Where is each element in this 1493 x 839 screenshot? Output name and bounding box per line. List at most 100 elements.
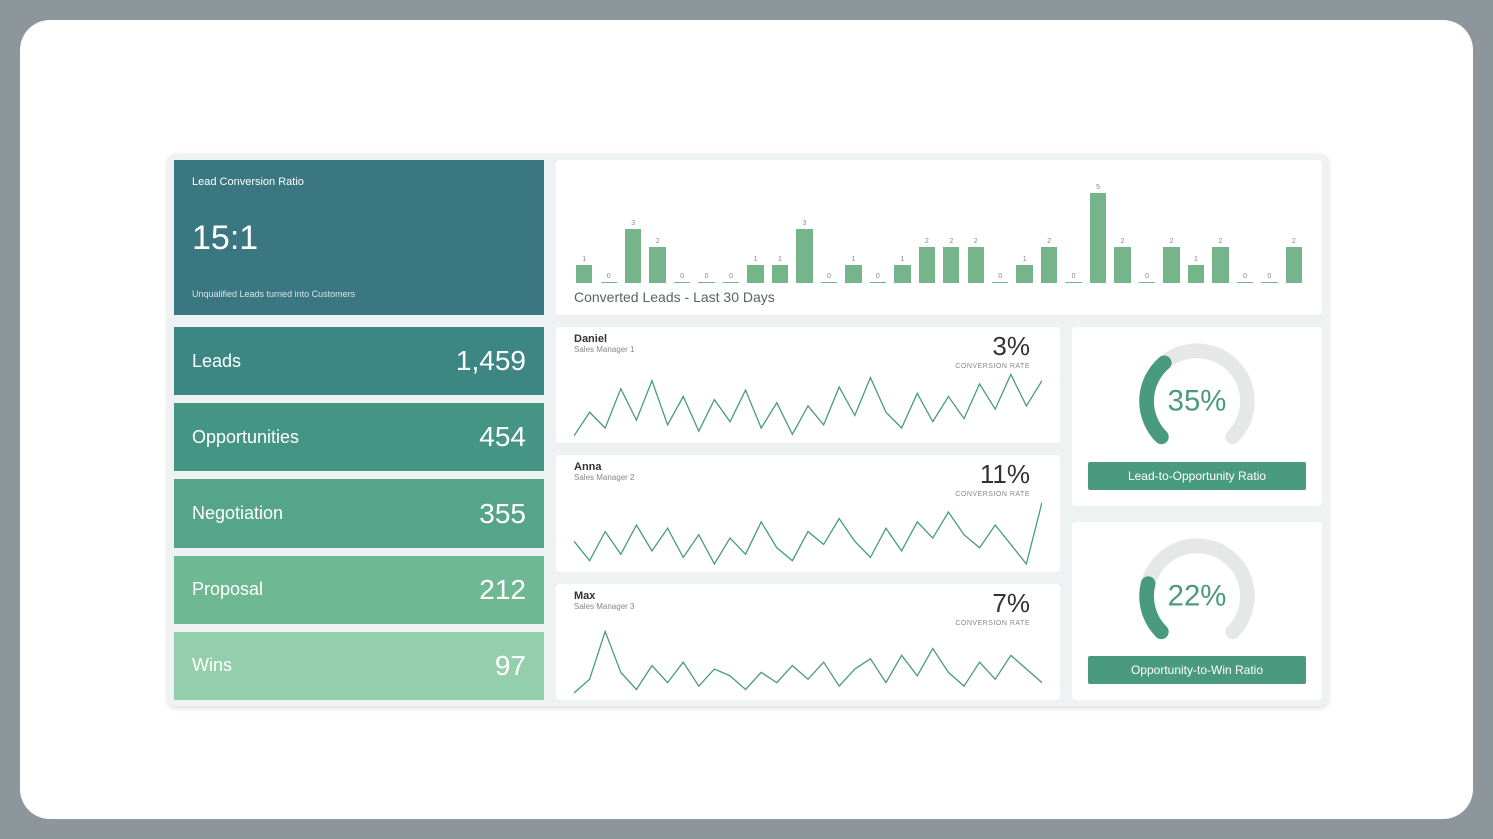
bar-rect [968, 247, 984, 283]
bar-rect [894, 265, 910, 283]
bar-rect [943, 247, 959, 283]
funnel-tile-proposal[interactable]: Proposal212 [174, 556, 544, 624]
manager-role: Sales Manager 3 [574, 602, 1042, 611]
tile-lead-conversion-ratio[interactable]: Lead Conversion Ratio 15:1 Unqualified L… [174, 160, 544, 315]
bar-rect [698, 282, 714, 283]
bar-rect [845, 265, 861, 283]
bar-column: 2 [1210, 238, 1230, 283]
bar-column: 0 [990, 273, 1010, 283]
funnel-tile-leads[interactable]: Leads1,459 [174, 327, 544, 395]
bar-column: 0 [1259, 273, 1279, 283]
bar-rect [674, 282, 690, 283]
bar-value-label: 1 [778, 256, 782, 263]
bar-value-label: 2 [1121, 238, 1125, 245]
funnel-label: Leads [192, 351, 241, 372]
bar-value-label: 3 [631, 220, 635, 227]
svg-text:22%: 22% [1168, 579, 1227, 612]
bar-column: 1 [1186, 256, 1206, 283]
bar-rect [1212, 247, 1228, 283]
bar-column: 2 [1039, 238, 1059, 283]
bar-column: 3 [794, 220, 814, 283]
gauge-chart: 22% [1122, 532, 1272, 647]
funnel-label: Negotiation [192, 503, 283, 524]
manager-name: Max [574, 590, 1042, 602]
bar-column: 0 [819, 273, 839, 283]
bar-rect [576, 265, 592, 283]
manager-name: Daniel [574, 333, 1042, 345]
bar-value-label: 1 [1194, 256, 1198, 263]
bar-value-label: 1 [754, 256, 758, 263]
managers-column: DanielSales Manager 13%CONVERSION RATEAn… [556, 327, 1060, 700]
bar-rect [1163, 247, 1179, 283]
funnel-label: Proposal [192, 579, 263, 600]
bar-column: 0 [696, 273, 716, 283]
manager-card-daniel[interactable]: DanielSales Manager 13%CONVERSION RATE [556, 327, 1060, 443]
manager-rate: 3% [992, 331, 1030, 362]
gauge-label: Opportunity-to-Win Ratio [1088, 656, 1306, 684]
funnel-tile-wins[interactable]: Wins 97 [174, 632, 544, 700]
bar-column: 5 [1088, 184, 1108, 283]
funnel-label: Wins [192, 655, 232, 676]
funnel-tile-negotiation[interactable]: Negotiation355 [174, 479, 544, 547]
bar-rect [919, 247, 935, 283]
bar-column: 3 [623, 220, 643, 283]
bar-column: 1 [745, 256, 765, 283]
bar-value-label: 2 [1218, 238, 1222, 245]
bar-value-label: 2 [949, 238, 953, 245]
tile-value: 15:1 [192, 219, 526, 258]
card-converted-leads-bar-chart[interactable]: 103200011301012220120520212002 Converted… [556, 160, 1322, 315]
funnel-value: 97 [495, 650, 526, 682]
bar-column: 2 [647, 238, 667, 283]
tile-subtitle: Unqualified Leads turned into Customers [192, 289, 526, 299]
tile-title: Lead Conversion Ratio [192, 176, 526, 188]
funnel-tile-opportunities[interactable]: Opportunities454 [174, 403, 544, 471]
bar-column: 2 [1161, 238, 1181, 283]
bar-rect [796, 229, 812, 283]
bar-column: 0 [721, 273, 741, 283]
bar-value-label: 2 [1170, 238, 1174, 245]
gauge-card-opportunity-to-win-ratio[interactable]: 22% Opportunity-to-Win Ratio [1072, 522, 1322, 701]
bar-column: 1 [843, 256, 863, 283]
manager-rate-label: CONVERSION RATE [955, 620, 1030, 627]
manager-rate: 7% [992, 588, 1030, 619]
bar-rect [1261, 282, 1277, 283]
bar-value-label: 1 [1023, 256, 1027, 263]
gauges-column: 35%Lead-to-Opportunity Ratio 22% Opportuni… [1072, 327, 1322, 700]
bar-value-label: 0 [705, 273, 709, 280]
bar-rect [1139, 282, 1155, 283]
bar-column: 0 [1137, 273, 1157, 283]
gauge-card-lead-to-opportunity-ratio[interactable]: 35%Lead-to-Opportunity Ratio [1072, 327, 1322, 506]
bar-value-label: 5 [1096, 184, 1100, 191]
svg-text:35%: 35% [1168, 384, 1227, 417]
bar-column: 2 [941, 238, 961, 283]
manager-rate: 11% [980, 459, 1030, 490]
manager-sparkline [574, 628, 1042, 696]
manager-rate-label: CONVERSION RATE [955, 491, 1030, 498]
bar-rect [1090, 193, 1106, 283]
bar-value-label: 2 [1047, 238, 1051, 245]
manager-role: Sales Manager 1 [574, 345, 1042, 354]
manager-name: Anna [574, 461, 1042, 473]
bar-value-label: 3 [803, 220, 807, 227]
manager-sparkline [574, 499, 1042, 567]
bar-value-label: 0 [876, 273, 880, 280]
bar-value-label: 1 [900, 256, 904, 263]
manager-card-max[interactable]: MaxSales Manager 37%CONVERSION RATE [556, 584, 1060, 700]
manager-card-anna[interactable]: AnnaSales Manager 211%CONVERSION RATE [556, 455, 1060, 571]
manager-rate-label: CONVERSION RATE [955, 363, 1030, 370]
bar-column: 2 [966, 238, 986, 283]
bar-chart-caption: Converted Leads - Last 30 Days [574, 289, 1304, 305]
bar-rect [1041, 247, 1057, 283]
bar-rect [1114, 247, 1130, 283]
bar-chart-area: 103200011301012220120520212002 [574, 170, 1304, 283]
bar-value-label: 2 [925, 238, 929, 245]
app-frame: Lead Conversion Ratio 15:1 Unqualified L… [20, 20, 1473, 819]
bar-value-label: 0 [1267, 273, 1271, 280]
bar-rect [1016, 265, 1032, 283]
bar-column: 1 [770, 256, 790, 283]
bar-rect [723, 282, 739, 283]
gauge-chart: 35% [1122, 337, 1272, 452]
bar-value-label: 2 [656, 238, 660, 245]
bar-rect [649, 247, 665, 283]
bar-rect [821, 282, 837, 283]
